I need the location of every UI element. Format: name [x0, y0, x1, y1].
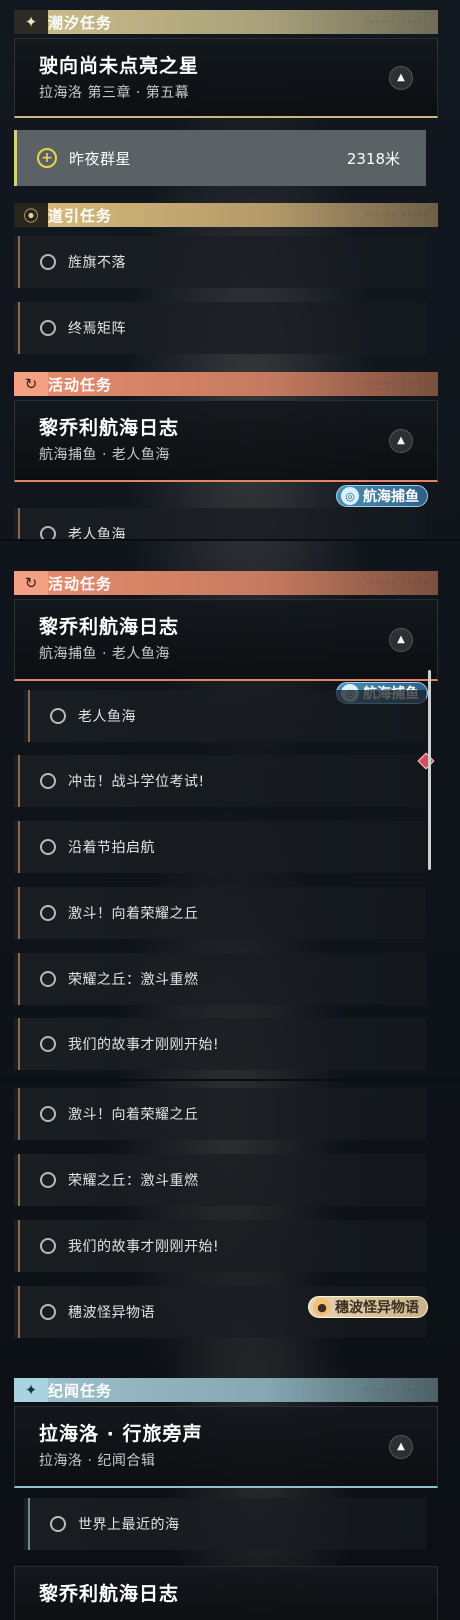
event-character-tag[interactable]: ● 穗波怪异物语 — [308, 1296, 428, 1318]
lore-quest-header: ✦ 纪闻任务 ◦◦◦◦◦◦ ◦◦◦◦◦ — [14, 1378, 438, 1402]
quest-subtitle: 拉海洛 第三章 · 第五幕 — [39, 85, 190, 101]
activity-quest-card[interactable]: 黎乔利航海日志 航海捕鱼 · 老人鱼海 ▲ — [14, 400, 438, 482]
quest-item[interactable]: 激斗！向着荣耀之丘 — [14, 1088, 426, 1140]
quest-item-label: 旌旗不落 — [68, 255, 126, 271]
fish-icon: ◎ — [341, 487, 359, 505]
status-ring-icon — [40, 254, 56, 270]
quest-item-label: 我们的故事才刚刚开始! — [68, 1037, 220, 1053]
status-ring-icon — [40, 1304, 56, 1320]
quest-subtitle: 航海捕鱼 · 老人鱼海 — [39, 447, 170, 463]
quest-item-label: 冲击！战斗学位考试! — [68, 774, 205, 790]
header-title: 道引任务 — [48, 206, 113, 225]
character-avatar-icon: ● — [313, 1298, 331, 1316]
quest-item-label: 终焉矩阵 — [68, 321, 126, 337]
quest-subtitle: 拉海洛 · 纪闻合辑 — [39, 1453, 156, 1469]
collapse-chevron-icon[interactable]: ▲ — [389, 65, 413, 90]
sparkle-icon: ✦ — [14, 1378, 48, 1402]
main-quest-card[interactable]: 驶向尚未点亮之星 拉海洛 第三章 · 第五幕 ▲ — [14, 38, 438, 118]
quest-item-label: 荣耀之丘：激斗重燃 — [68, 972, 199, 988]
status-ring-icon — [50, 708, 66, 724]
header-title: 纪闻任务 — [48, 1381, 113, 1400]
header-decoration: ◦◦◦◦◦◦ ◦◦◦◦◦ — [365, 1386, 428, 1394]
step-label: 昨夜群星 — [69, 149, 132, 168]
status-ring-icon — [40, 839, 56, 855]
quest-item-label: 世界上最近的海 — [78, 1517, 180, 1533]
quest-item[interactable]: 我们的故事才刚刚开始! — [14, 1220, 426, 1272]
quest-item-label: 我们的故事才刚刚开始! — [68, 1239, 220, 1255]
quest-title: 黎乔利航海日志 — [39, 1583, 180, 1605]
quest-item-label: 激斗！向着荣耀之丘 — [68, 906, 199, 922]
sparkle-icon: ✦ — [14, 10, 48, 34]
guide-quest-header: ⦿ 道引任务 ◦◦◦◦◦◦ ◦◦◦◦◦ — [14, 203, 438, 227]
quest-item-label: 荣耀之丘：激斗重燃 — [68, 1173, 199, 1189]
quest-item[interactable]: 沿着节拍启航 — [14, 821, 426, 873]
activity-quest-item[interactable]: 老人鱼海 — [24, 690, 426, 742]
status-ring-icon — [40, 526, 56, 540]
fishing-event-tag[interactable]: ◎ 航海捕鱼 — [336, 485, 428, 507]
activity-quest-item[interactable]: 老人鱼海 — [14, 508, 426, 540]
header-decoration: ◦◦◦◦◦◦ ◦◦◦◦◦ — [365, 380, 428, 388]
quest-title: 拉海洛 · 行旅旁声 — [39, 1423, 203, 1445]
track-plus-icon: + — [37, 148, 57, 168]
refresh-icon: ↻ — [14, 372, 48, 396]
quest-item[interactable]: 荣耀之丘：激斗重燃 — [14, 1154, 426, 1206]
status-ring-icon — [40, 1238, 56, 1254]
quest-item-label: 沿着节拍启航 — [68, 840, 155, 856]
tag-label: 航海捕鱼 — [363, 489, 419, 505]
refresh-icon: ↻ — [14, 571, 48, 595]
header-title: 活动任务 — [48, 574, 113, 593]
tag-label: 穗波怪异物语 — [335, 1300, 419, 1316]
status-ring-icon — [40, 1106, 56, 1122]
collapse-chevron-icon[interactable]: ▲ — [389, 627, 413, 652]
quest-title: 黎乔利航海日志 — [39, 417, 180, 439]
tide-quest-header: ✦ 潮汐任务 ◦◦◦◦◦◦ ◦◦◦◦◦ — [14, 10, 438, 34]
header-title: 潮汐任务 — [48, 13, 113, 32]
guide-quest-item[interactable]: 旌旗不落 — [14, 236, 426, 288]
status-ring-icon — [40, 320, 56, 336]
status-ring-icon — [40, 773, 56, 789]
quest-title: 驶向尚未点亮之星 — [39, 55, 200, 77]
quest-subtitle: 航海捕鱼 · 老人鱼海 — [39, 646, 170, 662]
header-decoration: ◦◦◦◦◦◦ ◦◦◦◦◦ — [365, 211, 428, 219]
quest-panel-bottom: 激斗！向着荣耀之丘 荣耀之丘：激斗重燃 我们的故事才刚刚开始! 穗波怪异物语 ●… — [0, 1080, 460, 1620]
collapse-chevron-icon[interactable]: ▲ — [389, 1434, 413, 1459]
activity-quest-header: ↻ 活动任务 ◦◦◦◦◦◦ ◦◦◦◦◦ — [14, 571, 438, 595]
header-decoration: ◦◦◦◦◦◦ ◦◦◦◦◦ — [365, 579, 428, 587]
quest-item-label: 老人鱼海 — [78, 709, 136, 725]
status-ring-icon — [40, 971, 56, 987]
status-ring-icon — [50, 1516, 66, 1532]
activity-quest-card[interactable]: 黎乔利航海日志 航海捕鱼 · 老人鱼海 ▲ — [14, 599, 438, 681]
quest-item[interactable]: 激斗！向着荣耀之丘 — [14, 887, 426, 939]
status-ring-icon — [40, 1036, 56, 1052]
scrollbar-thumb[interactable] — [428, 670, 431, 870]
selected-quest-step[interactable]: + 昨夜群星 2318米 — [14, 130, 426, 186]
header-title: 活动任务 — [48, 375, 113, 394]
lore-quest-card[interactable]: 拉海洛 · 行旅旁声 拉海洛 · 纪闻合辑 ▲ — [14, 1406, 438, 1488]
header-decoration: ◦◦◦◦◦◦ ◦◦◦◦◦ — [365, 18, 428, 26]
quest-item[interactable]: 冲击！战斗学位考试! — [14, 755, 426, 807]
activity-quest-header: ↻ 活动任务 ◦◦◦◦◦◦ ◦◦◦◦◦ — [14, 372, 438, 396]
quest-item[interactable]: 荣耀之丘：激斗重燃 — [14, 953, 426, 1005]
status-ring-icon — [40, 905, 56, 921]
quest-item-label: 穗波怪异物语 — [68, 1305, 155, 1321]
quest-item-label: 激斗！向着荣耀之丘 — [68, 1107, 199, 1123]
quest-panel-top: ✦ 潮汐任务 ◦◦◦◦◦◦ ◦◦◦◦◦ 驶向尚未点亮之星 拉海洛 第三章 · 第… — [0, 0, 460, 540]
status-ring-icon — [40, 1172, 56, 1188]
quest-item[interactable]: 我们的故事才刚刚开始! — [14, 1018, 426, 1070]
partial-quest-card[interactable]: 黎乔利航海日志 — [14, 1566, 438, 1620]
quest-item-label: 老人鱼海 — [68, 527, 126, 540]
distance-value: 2318米 — [346, 149, 400, 168]
quest-panel-middle: ↻ 活动任务 ◦◦◦◦◦◦ ◦◦◦◦◦ 黎乔利航海日志 航海捕鱼 · 老人鱼海 … — [0, 540, 460, 1080]
lore-quest-item[interactable]: 世界上最近的海 — [24, 1498, 426, 1550]
guide-quest-item[interactable]: 终焉矩阵 — [14, 302, 426, 354]
collapse-chevron-icon[interactable]: ▲ — [389, 428, 413, 453]
location-pin-icon: ⦿ — [14, 203, 48, 227]
quest-title: 黎乔利航海日志 — [39, 616, 180, 638]
